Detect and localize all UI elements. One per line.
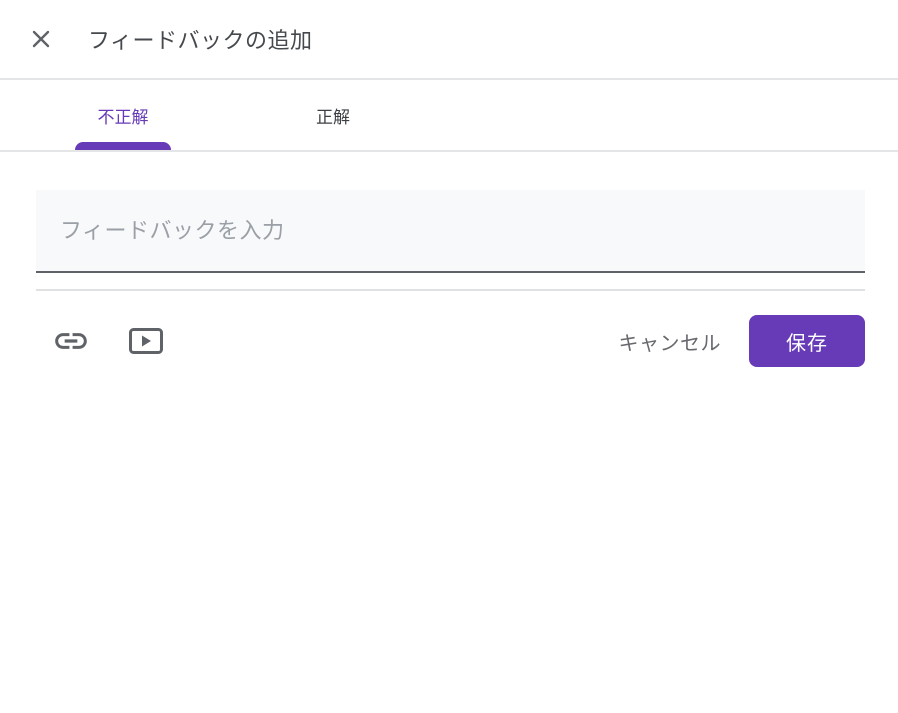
content-divider bbox=[36, 289, 865, 291]
save-button[interactable]: 保存 bbox=[749, 315, 865, 367]
add-feedback-dialog: フィードバックの追加 不正解 正解 キャンセル 保存 bbox=[0, 0, 898, 713]
feedback-tabs: 不正解 正解 bbox=[0, 80, 898, 152]
insert-link-icon bbox=[52, 322, 90, 360]
feedback-input[interactable] bbox=[36, 190, 865, 273]
dialog-header: フィードバックの追加 bbox=[0, 0, 898, 80]
active-tab-indicator bbox=[75, 142, 171, 150]
close-button[interactable] bbox=[29, 27, 53, 51]
actions-row: キャンセル 保存 bbox=[36, 315, 865, 367]
tab-correct-label: 正解 bbox=[316, 103, 350, 128]
video-icon bbox=[129, 328, 163, 354]
cancel-button[interactable]: キャンセル bbox=[619, 319, 722, 364]
insert-video-button[interactable] bbox=[127, 322, 165, 360]
tab-correct[interactable]: 正解 bbox=[228, 80, 438, 150]
dialog-title: フィードバックの追加 bbox=[88, 23, 313, 55]
tab-incorrect[interactable]: 不正解 bbox=[18, 80, 228, 150]
tab-incorrect-label: 不正解 bbox=[98, 103, 149, 128]
close-icon bbox=[29, 27, 53, 51]
insert-link-button[interactable] bbox=[52, 322, 90, 360]
